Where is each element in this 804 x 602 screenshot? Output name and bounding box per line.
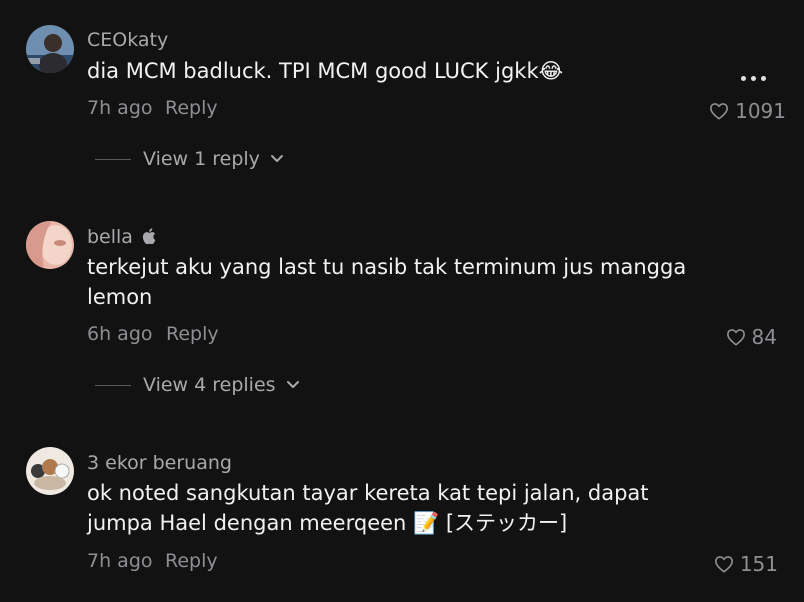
username[interactable]: 3 ekor beruang bbox=[87, 452, 232, 474]
username[interactable]: CEOkaty bbox=[87, 29, 168, 51]
like-count: 84 bbox=[751, 325, 777, 349]
heart-icon bbox=[726, 329, 745, 346]
heart-icon bbox=[710, 103, 729, 120]
avatar[interactable] bbox=[26, 25, 74, 73]
username[interactable]: bella bbox=[87, 226, 156, 248]
like-button[interactable]: 1091 bbox=[709, 99, 786, 123]
divider bbox=[95, 384, 131, 386]
comment-text: ok noted sangkutan tayar kereta kat tepi… bbox=[87, 481, 649, 535]
view-replies-button[interactable]: View 4 replies bbox=[95, 374, 300, 396]
apple-icon bbox=[142, 228, 156, 244]
like-count: 1091 bbox=[735, 99, 786, 123]
reply-button[interactable]: Reply bbox=[165, 97, 218, 119]
more-options-icon[interactable] bbox=[741, 76, 766, 81]
heart-icon bbox=[714, 556, 733, 573]
like-button[interactable]: 151 bbox=[714, 552, 778, 576]
comment-timestamp: 7h ago bbox=[87, 97, 153, 119]
reply-button[interactable]: Reply bbox=[166, 323, 219, 345]
comment-timestamp: 7h ago bbox=[87, 550, 153, 572]
avatar[interactable] bbox=[26, 221, 74, 269]
chevron-down-icon bbox=[286, 381, 299, 388]
comment-timestamp: 6h ago bbox=[87, 323, 153, 345]
view-replies-label: View 4 replies bbox=[143, 374, 276, 396]
view-replies-button[interactable]: View 1 reply bbox=[95, 148, 284, 170]
comment-item: CEOkaty dia MCM badluck. TPI MCM good LU… bbox=[0, 0, 804, 200]
username-label: bella bbox=[87, 226, 133, 248]
comment-text: terkejut aku yang last tu nasib tak term… bbox=[87, 255, 687, 309]
divider bbox=[95, 158, 131, 160]
view-replies-label: View 1 reply bbox=[143, 148, 260, 170]
avatar[interactable] bbox=[26, 447, 74, 495]
like-button[interactable]: 84 bbox=[726, 325, 777, 349]
chevron-down-icon bbox=[270, 155, 283, 162]
reply-button[interactable]: Reply bbox=[165, 550, 218, 572]
comment-text: dia MCM badluck. TPI MCM good LUCK jgkk😂 bbox=[87, 59, 564, 83]
like-count: 151 bbox=[739, 552, 778, 576]
